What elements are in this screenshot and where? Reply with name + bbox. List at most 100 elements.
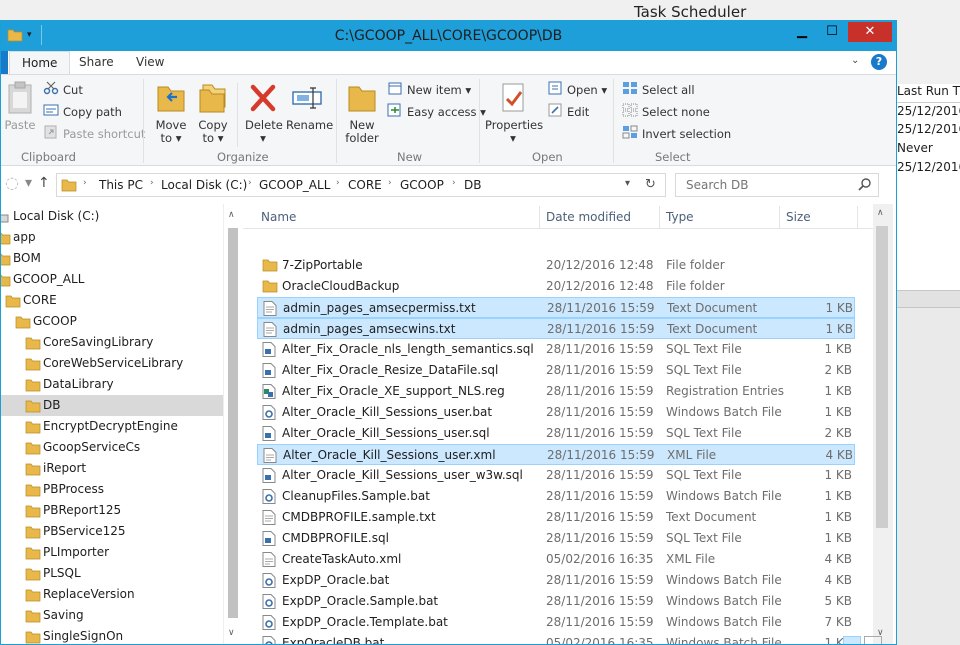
nav-item[interactable]: PBProcess — [1, 479, 225, 500]
breadcrumb-chevron-icon[interactable]: › — [83, 178, 87, 188]
open-button[interactable]: Open ▾ — [547, 81, 607, 99]
file-row[interactable]: ExpDP_Oracle.Template.bat 28/11/2016 15:5… — [257, 612, 855, 633]
search-box[interactable] — [675, 173, 879, 197]
breadcrumb-chevron-icon[interactable]: › — [452, 178, 456, 188]
navigation-scroll-thumb[interactable] — [228, 228, 238, 618]
title-bar[interactable]: ▾ C:\GCOOP_ALL\CORE\GCOOP\DB ▁ ☐ ✕ — [1, 21, 896, 51]
nav-item[interactable]: EncryptDecryptEngine — [1, 416, 225, 437]
folder-row[interactable]: 7-ZipPortable 20/12/2016 12:48 File folder — [257, 255, 855, 276]
file-row[interactable]: admin_pages_amsecpermiss.txt 28/11/2016 1… — [257, 297, 855, 318]
cut-button[interactable]: Cut — [43, 81, 83, 99]
nav-item[interactable]: SingleSignOn — [1, 626, 225, 644]
file-row[interactable]: Alter_Oracle_Kill_Sessions_user.xml 28/11… — [257, 444, 855, 465]
up-icon[interactable]: ↑ — [38, 175, 50, 191]
column-size[interactable]: Size — [780, 204, 858, 229]
tab-file[interactable] — [1, 51, 8, 75]
column-divider[interactable] — [857, 206, 858, 228]
minimize-button[interactable]: ▁ — [787, 22, 817, 42]
last-run-time-header[interactable]: Last Run Tim — [897, 84, 960, 98]
column-date-modified[interactable]: Date modified — [540, 204, 660, 229]
nav-item[interactable]: CoreWebServiceLibrary — [1, 353, 225, 374]
easy-access-button[interactable]: Easy access ▾ — [387, 103, 486, 121]
column-name[interactable]: Name — [255, 204, 539, 229]
nav-item[interactable]: GCOOP_ALL — [1, 269, 225, 290]
tab-view[interactable]: View — [124, 51, 176, 75]
breadcrumb-local-disk[interactable]: Local Disk (C:) — [161, 178, 247, 192]
nav-item[interactable]: DataLibrary — [1, 374, 225, 395]
invert-selection-button[interactable]: Invert selection — [622, 125, 731, 143]
nav-item[interactable]: iReport — [1, 458, 225, 479]
close-button[interactable]: ✕ — [848, 22, 892, 42]
file-row[interactable]: ExpOracleDB.bat 05/02/2016 16:35 Windows B… — [257, 633, 855, 644]
move-to-button[interactable]: Move to ▾ — [153, 81, 189, 145]
nav-item[interactable]: PBService125 — [1, 521, 225, 542]
file-list-scroll-thumb[interactable] — [876, 226, 888, 528]
back-icon[interactable]: ◌ — [5, 173, 19, 192]
search-icon[interactable] — [858, 177, 872, 194]
folder-row[interactable]: OracleCloudBackup 20/12/2016 12:48 File fo… — [257, 276, 855, 297]
nav-item[interactable]: PLSQL — [1, 563, 225, 584]
column-type[interactable]: Type — [660, 204, 780, 229]
file-list[interactable]: ⌃ Name Date modified Type Size 7-ZipPort… — [243, 204, 873, 644]
scroll-down-icon[interactable]: ∨ — [228, 628, 235, 638]
nav-item[interactable]: GcoopServiceCs — [1, 437, 225, 458]
file-row[interactable]: ExpDP_Oracle.bat 28/11/2016 15:59 Windows … — [257, 570, 855, 591]
recent-locations-icon[interactable]: ▾ — [25, 175, 32, 191]
rename-button[interactable]: Rename — [286, 81, 333, 132]
breadcrumb-chevron-icon[interactable]: › — [388, 178, 392, 188]
file-row[interactable]: ExpDP_Oracle.Sample.bat 28/11/2016 15:59 W… — [257, 591, 855, 612]
maximize-button[interactable]: ☐ — [817, 22, 847, 42]
delete-button[interactable]: Delete ▾ — [245, 81, 283, 145]
select-all-button[interactable]: Select all — [622, 81, 695, 99]
file-row[interactable]: CleanupFiles.Sample.bat 28/11/2016 15:59 W… — [257, 486, 855, 507]
help-icon[interactable]: ? — [871, 54, 887, 70]
navigation-scrollbar[interactable]: ∧ ∨ — [223, 204, 241, 644]
file-row[interactable]: Alter_Oracle_Kill_Sessions_user.sql 28/11… — [257, 423, 855, 444]
file-row[interactable]: admin_pages_amsecwins.txt 28/11/2016 15:5… — [257, 318, 855, 339]
breadcrumb-this-pc[interactable]: This PC — [99, 178, 143, 192]
nav-item[interactable]: app — [1, 227, 225, 248]
scroll-up-icon[interactable]: ∧ — [877, 208, 884, 218]
nav-item[interactable]: GCOOP — [1, 311, 225, 332]
nav-item[interactable]: ReplaceVersion — [1, 584, 225, 605]
file-list-scrollbar[interactable]: ∧ ∨ — [873, 204, 893, 644]
file-row[interactable]: CMDBPROFILE.sample.txt 28/11/2016 15:59 Te… — [257, 507, 855, 528]
nav-item[interactable]: PLImporter — [1, 542, 225, 563]
navigation-pane[interactable]: Local Disk (C:) app BOM GCOOP_ALL CORE GCOOP C… — [1, 204, 241, 644]
breadcrumb-gcoop[interactable]: GCOOP — [400, 178, 444, 192]
copy-to-button[interactable]: Copy to ▾ — [196, 81, 230, 145]
new-folder-button[interactable]: New folder — [343, 81, 381, 145]
scroll-up-icon[interactable]: ∧ — [228, 210, 235, 220]
breadcrumb-chevron-icon[interactable]: › — [248, 178, 252, 188]
paste-button[interactable]: Paste — [3, 81, 37, 132]
address-history-icon[interactable]: ▾ — [625, 178, 630, 189]
select-none-button[interactable]: Select none — [622, 103, 710, 121]
task-scheduler-splitter[interactable] — [894, 290, 960, 308]
edit-button[interactable]: Edit — [547, 103, 589, 121]
nav-item[interactable]: DB — [1, 395, 225, 416]
nav-item[interactable]: CORE — [1, 290, 225, 311]
address-bar[interactable]: › This PC › Local Disk (C:) › GCOOP_ALL … — [56, 173, 666, 197]
search-input[interactable] — [684, 177, 854, 193]
file-row[interactable]: Alter_Oracle_Kill_Sessions_user_w3w.sql 2… — [257, 465, 855, 486]
paste-shortcut-button[interactable]: Paste shortcut — [43, 125, 145, 143]
copy-path-button[interactable]: Copy path — [43, 103, 122, 121]
tab-home[interactable]: Home — [9, 51, 71, 75]
breadcrumb-gcoop-all[interactable]: GCOOP_ALL — [259, 178, 330, 192]
file-row[interactable]: Alter_Fix_Oracle_XE_support_NLS.reg 28/11… — [257, 381, 855, 402]
file-row[interactable]: CMDBPROFILE.sql 28/11/2016 15:59 SQL Text … — [257, 528, 855, 549]
file-row[interactable]: CreateTaskAuto.xml 05/02/2016 16:35 XML Fi… — [257, 549, 855, 570]
properties-button[interactable]: Properties ▾ — [485, 81, 543, 145]
file-row[interactable]: Alter_Fix_Oracle_nls_length_semantics.sq… — [257, 339, 855, 360]
breadcrumb-chevron-icon[interactable]: › — [336, 178, 340, 188]
nav-item[interactable]: PBReport125 — [1, 500, 225, 521]
refresh-icon[interactable]: ↻ — [645, 177, 656, 192]
ribbon-expand-icon[interactable]: ⌄ — [851, 55, 859, 66]
nav-item[interactable]: Saving — [1, 605, 225, 626]
nav-item[interactable]: Local Disk (C:) — [1, 206, 225, 227]
large-icons-view-icon[interactable] — [864, 636, 882, 644]
new-item-button[interactable]: New item ▾ — [387, 81, 471, 99]
file-row[interactable]: Alter_Fix_Oracle_Resize_DataFile.sql 28/1… — [257, 360, 855, 381]
breadcrumb-db[interactable]: DB — [464, 178, 481, 192]
breadcrumb-chevron-icon[interactable]: › — [150, 178, 154, 188]
